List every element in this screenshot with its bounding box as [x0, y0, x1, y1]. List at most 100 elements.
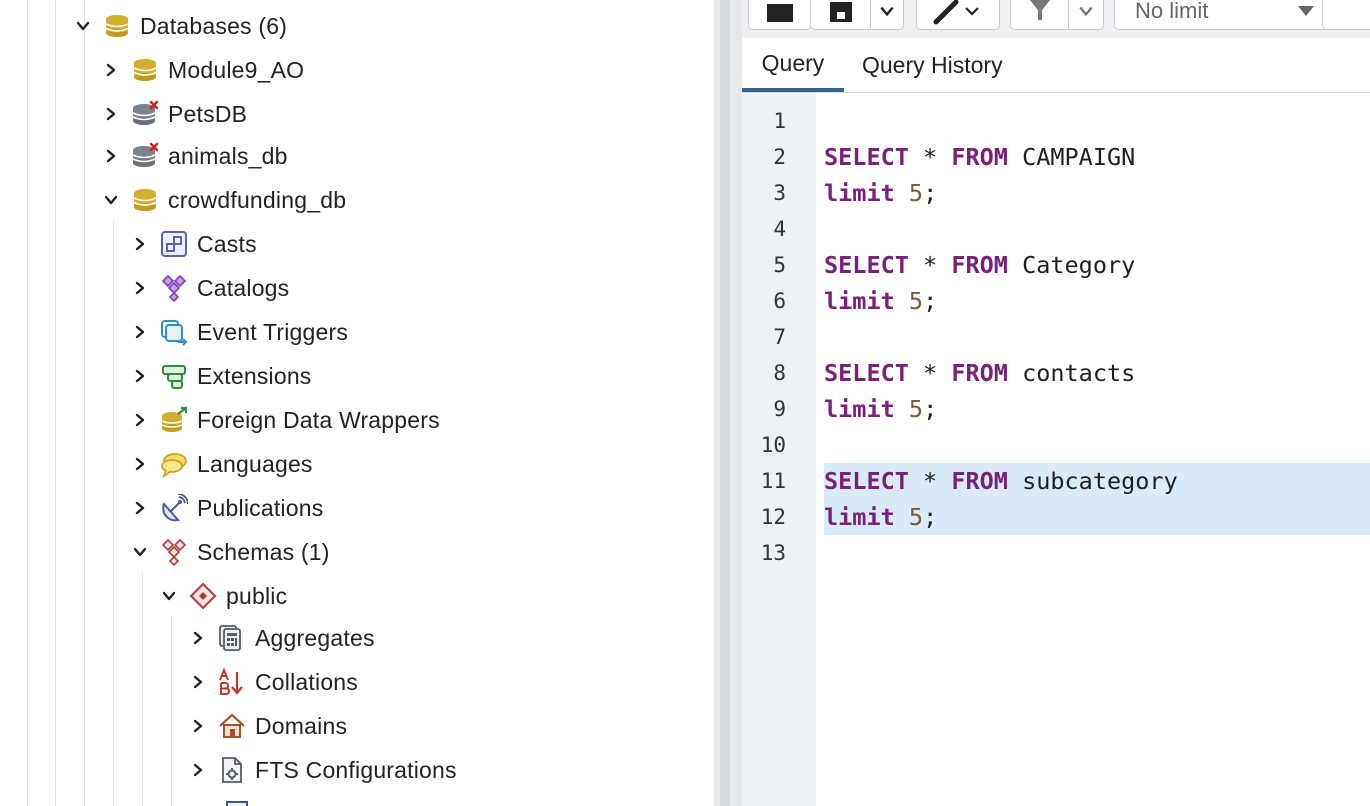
chevron-right-icon[interactable] [129, 497, 151, 519]
query-tabs: Query Query History [742, 38, 1370, 93]
chevron-down-icon[interactable] [72, 15, 94, 37]
filter-options-dropdown[interactable] [1068, 0, 1104, 30]
save-icon [830, 2, 852, 22]
tree-guide-line [113, 220, 114, 806]
tree-node-languages[interactable]: Languages [129, 444, 313, 484]
chevron-right-icon[interactable] [100, 59, 122, 81]
chevron-right-icon[interactable] [187, 627, 209, 649]
tree-guide-line [84, 0, 85, 806]
tree-node-label: Schemas (1) [197, 538, 330, 565]
foreign-data-wrappers-icon [159, 405, 189, 435]
line-number: 10 [760, 433, 786, 457]
tree-node-label: Catalogs [197, 274, 290, 301]
catalogs-icon [159, 273, 189, 303]
domains-icon [217, 711, 247, 741]
edit-button[interactable] [916, 0, 1000, 30]
pencil-icon [933, 0, 979, 25]
tree-node-collations[interactable]: Collations [187, 662, 358, 702]
panel-splitter[interactable] [714, 0, 742, 806]
code-line: limit 5; [824, 179, 938, 207]
tree-node-database[interactable]: PetsDB [100, 94, 247, 134]
tree-node-database[interactable]: crowdfunding_db [100, 180, 346, 220]
tree-node-label: Domains [255, 712, 348, 739]
chevron-down-icon[interactable] [100, 189, 122, 211]
filter-icon [1030, 0, 1050, 20]
chevron-right-icon[interactable] [187, 759, 209, 781]
tree-node-database[interactable]: animals_db [100, 136, 288, 176]
tree-node-catalogs[interactable]: Catalogs [129, 268, 289, 308]
code-line: limit 5; [824, 395, 938, 423]
tree-node-label: PetsDB [168, 100, 248, 127]
tree-guide-line [55, 0, 56, 806]
tree-node-databases[interactable]: Databases (6) [72, 6, 287, 46]
code-line: limit 5; [824, 503, 938, 531]
database-icon [130, 55, 160, 85]
line-number: 2 [773, 145, 786, 169]
database-disconnected-icon [130, 99, 160, 129]
tree-node-label: crowdfunding_db [168, 186, 347, 213]
chevron-down-icon[interactable] [158, 585, 180, 607]
line-number: 1 [773, 109, 786, 133]
chevron-right-icon[interactable] [129, 409, 151, 431]
tree-guide-line [171, 616, 172, 806]
tab-query[interactable]: Query [742, 38, 844, 92]
line-number: 3 [773, 181, 786, 205]
chevron-down-icon[interactable] [129, 541, 151, 563]
chevron-right-icon[interactable] [100, 103, 122, 125]
tab-query-history[interactable]: Query History [862, 38, 1062, 92]
chevron-right-icon[interactable] [100, 145, 122, 167]
tree-node-label: animals_db [168, 142, 288, 169]
toolbar-button[interactable] [1322, 0, 1370, 30]
database-disconnected-icon [130, 141, 160, 171]
fts-configurations-icon [217, 755, 247, 785]
chevron-right-icon[interactable] [129, 365, 151, 387]
tree-node-fts-configurations[interactable]: FTS Configurations [187, 750, 457, 790]
tree-node-database[interactable]: Module9_AO [100, 50, 304, 90]
tree-node-label: Extensions [197, 362, 312, 389]
code-line: SELECT * FROM contacts [824, 359, 1136, 387]
tree-node-schemas[interactable]: Schemas (1) [129, 532, 330, 572]
tree-node-label: Event Triggers [197, 318, 349, 345]
chevron-right-icon[interactable] [129, 453, 151, 475]
tree-node-extensions[interactable]: Extensions [129, 356, 312, 396]
sql-editor[interactable]: SELECT * FROM CAMPAIGN limit 5; SELECT * F… [816, 94, 1370, 806]
tree-node-aggregates[interactable]: Aggregates [187, 618, 375, 658]
filter-button[interactable] [1010, 0, 1070, 30]
chevron-right-icon[interactable] [187, 715, 209, 737]
tree-node-label: Module9_AO [168, 56, 305, 83]
tab-label: Query [761, 49, 825, 76]
line-number: 5 [773, 253, 786, 277]
line-number: 9 [773, 397, 786, 421]
tree-guide-line [27, 0, 28, 806]
save-file-button[interactable] [810, 0, 872, 30]
chevron-right-icon[interactable] [129, 321, 151, 343]
publications-icon [159, 493, 189, 523]
databases-icon [102, 11, 132, 41]
line-number-gutter: 1 2 3 4 5 6 7 8 9 10 11 12 13 [742, 94, 816, 806]
tree-node-schema-public[interactable]: public [158, 576, 287, 616]
chevron-right-icon[interactable] [187, 671, 209, 693]
open-file-button[interactable] [748, 0, 812, 30]
schema-icon [188, 581, 218, 611]
tree-node-domains[interactable]: Domains [187, 706, 347, 746]
event-triggers-icon [159, 317, 189, 347]
save-options-dropdown[interactable] [870, 0, 904, 30]
rows-limit-select[interactable]: No limit [1114, 0, 1332, 30]
tree-node-publications[interactable]: Publications [129, 488, 323, 528]
schemas-icon [159, 537, 189, 567]
tree-node-casts[interactable]: Casts [129, 224, 257, 264]
tree-node-event-triggers[interactable]: Event Triggers [129, 312, 348, 352]
splitter-handle[interactable] [720, 0, 730, 806]
code-line: SELECT * FROM CAMPAIGN [824, 143, 1136, 171]
chevron-right-icon[interactable] [129, 277, 151, 299]
database-icon [130, 185, 160, 215]
tree-node-label: Collations [255, 668, 358, 695]
tree-guide-line [142, 572, 143, 806]
tree-node-label: Foreign Data Wrappers [197, 406, 440, 433]
chevron-right-icon[interactable] [129, 233, 151, 255]
query-tool-pane: No limit Query Query History 1 2 3 4 5 6 7 8 9 10… [742, 0, 1370, 806]
tab-label: Query History [862, 51, 1003, 78]
chevron-down-icon [1079, 6, 1093, 17]
code-line: limit 5; [824, 287, 938, 315]
tree-node-foreign-data-wrappers[interactable]: Foreign Data Wrappers [129, 400, 440, 440]
